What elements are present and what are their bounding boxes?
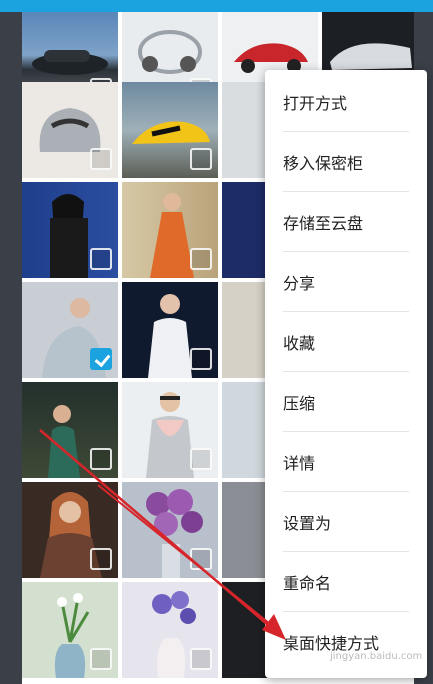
- annotation-arrow: [39, 429, 286, 640]
- arrow-line: [97, 484, 281, 633]
- watermark: jingyan.baidu.com: [330, 651, 423, 662]
- arrow-head: [262, 614, 286, 640]
